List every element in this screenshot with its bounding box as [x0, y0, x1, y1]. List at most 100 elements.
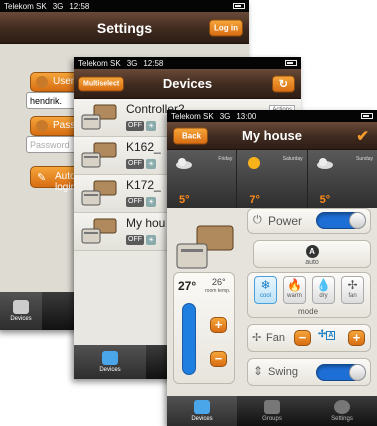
- tab-label: Settings: [331, 416, 353, 422]
- status-bar: Telekom SK 3G 12:58: [74, 57, 301, 69]
- network-label: 3G: [219, 111, 231, 121]
- temperature-down-button[interactable]: −: [210, 351, 227, 367]
- mode-label: warm: [287, 293, 302, 299]
- weather-strip: Friday 5° Saturday 7° Sunday 5°: [167, 150, 377, 208]
- checkmark-icon[interactable]: ✔: [356, 127, 369, 145]
- status-bar: Telekom SK 3G 13:00: [167, 110, 377, 122]
- refresh-button[interactable]: ↻: [271, 75, 295, 92]
- time-label: 12:58: [69, 1, 90, 11]
- room-temp-label: room temp.: [205, 288, 231, 294]
- my-house-navbar: Back My house ✔: [167, 122, 377, 150]
- fan-increase-button[interactable]: +: [348, 330, 365, 346]
- mode-label: fan: [348, 293, 357, 299]
- device-status: OFF ☀: [126, 197, 157, 207]
- page-title: Devices: [162, 76, 213, 91]
- weather-temp: 7°: [249, 194, 260, 206]
- house-icon: [194, 400, 210, 414]
- off-badge: OFF: [126, 159, 144, 169]
- tab-groups[interactable]: Groups: [237, 396, 307, 426]
- power-toggle[interactable]: [316, 212, 366, 229]
- swing-icon: ⇕: [253, 364, 264, 378]
- weather-temp: 5°: [179, 194, 190, 206]
- status-bar: Telekom SK 3G 12:58: [0, 0, 249, 12]
- off-badge: OFF: [126, 121, 144, 131]
- snowflake-icon: ❄: [260, 278, 271, 292]
- tab-devices[interactable]: Devices: [167, 396, 237, 426]
- mode-badge: ☀: [146, 159, 157, 169]
- fan-label: Fan: [266, 332, 285, 344]
- room-temperature: 26°: [212, 277, 226, 287]
- device-name: K162_: [126, 140, 161, 154]
- user-icon: [36, 76, 48, 88]
- battery-icon: [285, 60, 297, 66]
- time-label: 12:58: [143, 58, 164, 68]
- swing-toggle[interactable]: [316, 364, 366, 381]
- house-icon: [13, 300, 29, 314]
- mode-section-label: mode: [298, 307, 319, 316]
- network-label: 3G: [52, 1, 64, 11]
- devices-navbar: Multiselect Devices ↻: [74, 69, 301, 99]
- back-button[interactable]: Back: [173, 127, 209, 144]
- pencil-icon: ✎: [37, 172, 47, 184]
- droplet-icon: 💧: [316, 278, 331, 292]
- swing-control: ⇕ Swing: [247, 358, 371, 386]
- mode-fan-button[interactable]: ✢ fan: [341, 276, 364, 304]
- temperature-up-button[interactable]: +: [210, 317, 227, 333]
- network-label: 3G: [126, 58, 138, 68]
- mode-dry-button[interactable]: 💧 dry: [312, 276, 335, 304]
- aircon-unit-icon: [81, 142, 117, 168]
- house-icon: [102, 351, 118, 365]
- off-badge: OFF: [126, 235, 144, 245]
- aircon-unit-icon: [81, 180, 117, 206]
- battery-icon: [361, 113, 373, 119]
- weather-day: Saturday 7°: [237, 150, 308, 208]
- auto-button[interactable]: A auto: [253, 240, 371, 268]
- tab-devices[interactable]: Devices: [0, 292, 42, 330]
- multiselect-button[interactable]: Multiselect: [78, 76, 125, 91]
- mode-warm-button[interactable]: 🔥 warm: [283, 276, 306, 304]
- fan-icon: ✢: [252, 332, 262, 344]
- fan-auto-indicator: ✢ A: [318, 329, 336, 340]
- cloud-icon: [316, 158, 333, 169]
- mode-badge: ☀: [146, 121, 157, 131]
- battery-icon: [233, 3, 245, 9]
- weather-day: Sunday 5°: [307, 150, 377, 208]
- fan-mode-value: A: [326, 331, 336, 340]
- weather-temp: 5°: [319, 194, 331, 206]
- power-control: ⏻ Power: [247, 208, 371, 234]
- my-house-screen: Telekom SK 3G 13:00 Back My house ✔ Frid…: [167, 110, 377, 426]
- refresh-icon: ↻: [278, 78, 288, 90]
- login-button[interactable]: Log in: [209, 19, 243, 36]
- aircon-unit-icon: [176, 225, 234, 269]
- cloud-icon: [176, 158, 192, 169]
- auto-label: auto: [305, 259, 319, 266]
- thermometer-gauge: [182, 303, 196, 375]
- swing-label: Swing: [268, 366, 298, 378]
- key-icon: [36, 120, 48, 132]
- tab-label: Devices: [99, 367, 121, 373]
- weather-day-name: Saturday: [282, 156, 303, 162]
- device-name: My hou: [126, 216, 166, 230]
- tab-devices[interactable]: Devices: [74, 345, 146, 379]
- mode-cool-button[interactable]: ❄ cool: [254, 276, 277, 304]
- tab-label: Devices: [191, 416, 213, 422]
- device-status: OFF ☀: [126, 121, 157, 131]
- fan-control: ✢ Fan − ✢ A +: [247, 324, 371, 352]
- auto-login-label: Auto login: [55, 171, 77, 193]
- carrier-label: Telekom SK: [171, 111, 214, 121]
- power-icon: ⏻: [253, 214, 262, 226]
- weather-day-name: Sunday: [356, 156, 373, 162]
- fan-decrease-button[interactable]: −: [294, 330, 311, 346]
- tab-label: Groups: [262, 416, 282, 422]
- group-icon: [264, 400, 280, 414]
- flame-icon: 🔥: [287, 278, 302, 292]
- mode-badge: ☀: [146, 235, 157, 245]
- carrier-label: Telekom SK: [4, 1, 47, 11]
- tab-bar: Devices Groups Settings: [167, 396, 377, 426]
- weather-day-name: Friday: [218, 156, 233, 162]
- mode-panel: ❄ cool 🔥 warm 💧 dry ✢ fan mode: [247, 272, 371, 318]
- device-name: K172_: [126, 178, 161, 192]
- page-title: Settings: [96, 19, 153, 36]
- tab-settings[interactable]: Settings: [307, 396, 377, 426]
- page-title: My house: [242, 128, 302, 143]
